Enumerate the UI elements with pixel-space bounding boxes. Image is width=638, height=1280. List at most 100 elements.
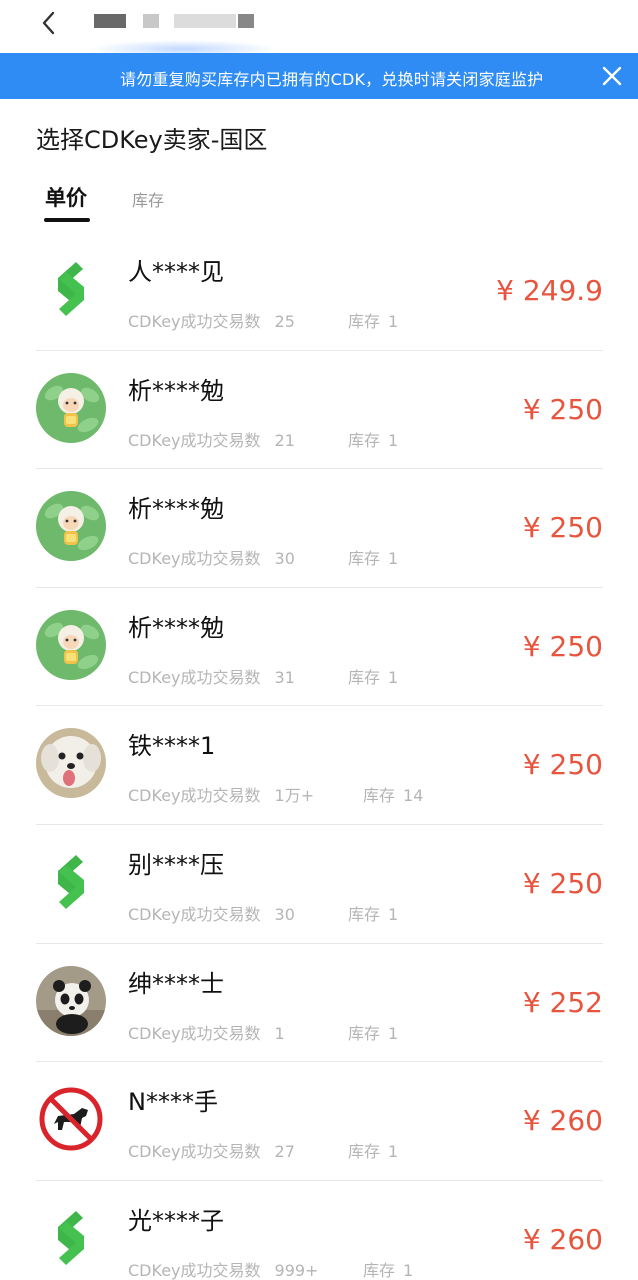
seller-name: 别****压 bbox=[128, 850, 224, 879]
stock-label: 库存 bbox=[348, 1023, 381, 1043]
trade-count-label: CDKey成功交易数 bbox=[128, 1260, 261, 1280]
seller-meta: CDKey成功交易数 31 库存 1 bbox=[128, 664, 398, 688]
seller-row[interactable]: N****手 CDKey成功交易数 27 库存 1 ¥ 260 bbox=[36, 1062, 603, 1181]
redacted-title-block bbox=[143, 14, 159, 28]
stock-label: 库存 bbox=[348, 1142, 381, 1162]
stock-value: 1 bbox=[403, 1260, 414, 1280]
stock-value: 14 bbox=[403, 786, 424, 806]
seller-avatar bbox=[36, 728, 106, 799]
redacted-title-block bbox=[94, 14, 126, 28]
seller-name: 析****勉 bbox=[128, 376, 224, 405]
stock-info: 库存 1 bbox=[348, 1020, 398, 1044]
stock-info: 库存 1 bbox=[348, 545, 398, 569]
stock-info: 库存 1 bbox=[348, 1138, 398, 1162]
stock-value: 1 bbox=[388, 904, 399, 924]
trade-count-label: CDKey成功交易数 bbox=[128, 904, 261, 924]
stock-value: 1 bbox=[388, 430, 399, 450]
seller-list: 人****见 CDKey成功交易数 25 库存 1 ¥ 249.9 析****勉 CDKey… bbox=[36, 232, 603, 1280]
seller-meta: CDKey成功交易数 27 库存 1 bbox=[128, 1138, 398, 1162]
trade-count-value: 30 bbox=[274, 549, 295, 569]
seller-avatar bbox=[36, 965, 106, 1036]
seller-meta: CDKey成功交易数 21 库存 1 bbox=[128, 427, 398, 451]
tab-active-indicator bbox=[44, 218, 90, 222]
seller-row[interactable]: 别****压 CDKey成功交易数 30 库存 1 ¥ 250 bbox=[36, 825, 603, 944]
trade-count-value: 31 bbox=[274, 667, 295, 687]
trade-count-value: 25 bbox=[274, 312, 295, 331]
tab-stock[interactable]: 库存 bbox=[132, 187, 164, 211]
seller-row[interactable]: 析****勉 CDKey成功交易数 30 库存 1 ¥ 250 bbox=[36, 469, 603, 588]
trade-count-value: 21 bbox=[274, 430, 295, 450]
tab-unit-price[interactable]: 单价 bbox=[45, 182, 87, 212]
close-icon bbox=[602, 66, 622, 86]
trade-count-value: 999+ bbox=[274, 1260, 319, 1280]
seller-avatar bbox=[36, 372, 106, 443]
seller-name: 铁****1 bbox=[128, 732, 216, 761]
stock-value: 1 bbox=[388, 1023, 399, 1043]
seller-avatar bbox=[36, 846, 106, 917]
seller-name: 析****勉 bbox=[128, 613, 224, 642]
seller-name: N****手 bbox=[128, 1088, 218, 1117]
stock-label: 库存 bbox=[348, 312, 381, 331]
seller-avatar bbox=[36, 254, 106, 324]
seller-meta: CDKey成功交易数 30 库存 1 bbox=[128, 545, 398, 569]
stock-label: 库存 bbox=[363, 786, 396, 806]
seller-name: 绅****士 bbox=[128, 969, 224, 998]
seller-avatar bbox=[36, 609, 106, 680]
stock-label: 库存 bbox=[348, 430, 381, 450]
stock-info: 库存 1 bbox=[363, 1257, 413, 1280]
seller-row[interactable]: 铁****1 CDKey成功交易数 1万+ 库存 14 ¥ 250 bbox=[36, 706, 603, 825]
seller-avatar bbox=[36, 1084, 106, 1155]
seller-row[interactable]: 人****见 CDKey成功交易数 25 库存 1 ¥ 249.9 bbox=[36, 232, 603, 351]
notice-close-button[interactable] bbox=[598, 62, 626, 90]
seller-name: 光****子 bbox=[128, 1206, 224, 1235]
trade-count-value: 1万+ bbox=[274, 786, 315, 806]
seller-meta: CDKey成功交易数 1 库存 1 bbox=[128, 1020, 398, 1044]
seller-price: ¥ 250 bbox=[522, 866, 603, 900]
seller-name: 人****见 bbox=[128, 258, 224, 286]
stock-value: 1 bbox=[388, 549, 399, 569]
seller-name: 析****勉 bbox=[128, 495, 224, 524]
trade-count-label: CDKey成功交易数 bbox=[128, 667, 261, 687]
stock-label: 库存 bbox=[348, 549, 381, 569]
stock-info: 库存 1 bbox=[348, 308, 398, 332]
stock-info: 库存 1 bbox=[348, 664, 398, 688]
trade-count-label: CDKey成功交易数 bbox=[128, 549, 261, 569]
redacted-title-block bbox=[238, 14, 254, 28]
page-title: 选择CDKey卖家-国区 bbox=[36, 126, 268, 154]
trade-count-value: 1 bbox=[274, 1023, 285, 1043]
stock-info: 库存 14 bbox=[363, 782, 423, 806]
seller-row[interactable]: 析****勉 CDKey成功交易数 21 库存 1 ¥ 250 bbox=[36, 351, 603, 470]
trade-count-label: CDKey成功交易数 bbox=[128, 430, 261, 450]
notice-text: 请勿重复购买库存内已拥有的CDK，兑换时请关闭家庭监护 bbox=[120, 70, 544, 89]
stock-value: 1 bbox=[388, 667, 399, 687]
seller-price: ¥ 250 bbox=[522, 748, 603, 782]
top-bar bbox=[0, 0, 638, 58]
redacted-title-block bbox=[174, 14, 236, 28]
seller-meta: CDKey成功交易数 25 库存 1 bbox=[128, 308, 398, 332]
trade-count-label: CDKey成功交易数 bbox=[128, 1142, 261, 1162]
trade-count-label: CDKey成功交易数 bbox=[128, 786, 261, 806]
seller-row[interactable]: 析****勉 CDKey成功交易数 31 库存 1 ¥ 250 bbox=[36, 588, 603, 707]
seller-row[interactable]: 绅****士 CDKey成功交易数 1 库存 1 ¥ 252 bbox=[36, 944, 603, 1063]
seller-price: ¥ 250 bbox=[522, 392, 603, 426]
stock-label: 库存 bbox=[363, 1260, 396, 1280]
stock-info: 库存 1 bbox=[348, 427, 398, 451]
seller-row[interactable]: 光****子 CDKey成功交易数 999+ 库存 1 ¥ 260 bbox=[36, 1181, 603, 1280]
stock-info: 库存 1 bbox=[348, 901, 398, 925]
stock-label: 库存 bbox=[348, 667, 381, 687]
chevron-left-icon bbox=[42, 11, 55, 35]
notice-banner: 请勿重复购买库存内已拥有的CDK，兑换时请关闭家庭监护 bbox=[0, 53, 638, 99]
stock-label: 库存 bbox=[348, 904, 381, 924]
seller-price: ¥ 249.9 bbox=[496, 274, 603, 307]
back-button[interactable] bbox=[34, 8, 64, 38]
trade-count-value: 27 bbox=[274, 1142, 295, 1162]
seller-avatar bbox=[36, 1202, 106, 1273]
seller-meta: CDKey成功交易数 30 库存 1 bbox=[128, 901, 398, 925]
trade-count-label: CDKey成功交易数 bbox=[128, 312, 261, 331]
seller-meta: CDKey成功交易数 1万+ 库存 14 bbox=[128, 782, 423, 806]
trade-count-label: CDKey成功交易数 bbox=[128, 1023, 261, 1043]
trade-count-value: 30 bbox=[274, 904, 295, 924]
seller-price: ¥ 250 bbox=[522, 629, 603, 663]
seller-meta: CDKey成功交易数 999+ 库存 1 bbox=[128, 1257, 413, 1280]
seller-avatar bbox=[36, 491, 106, 562]
